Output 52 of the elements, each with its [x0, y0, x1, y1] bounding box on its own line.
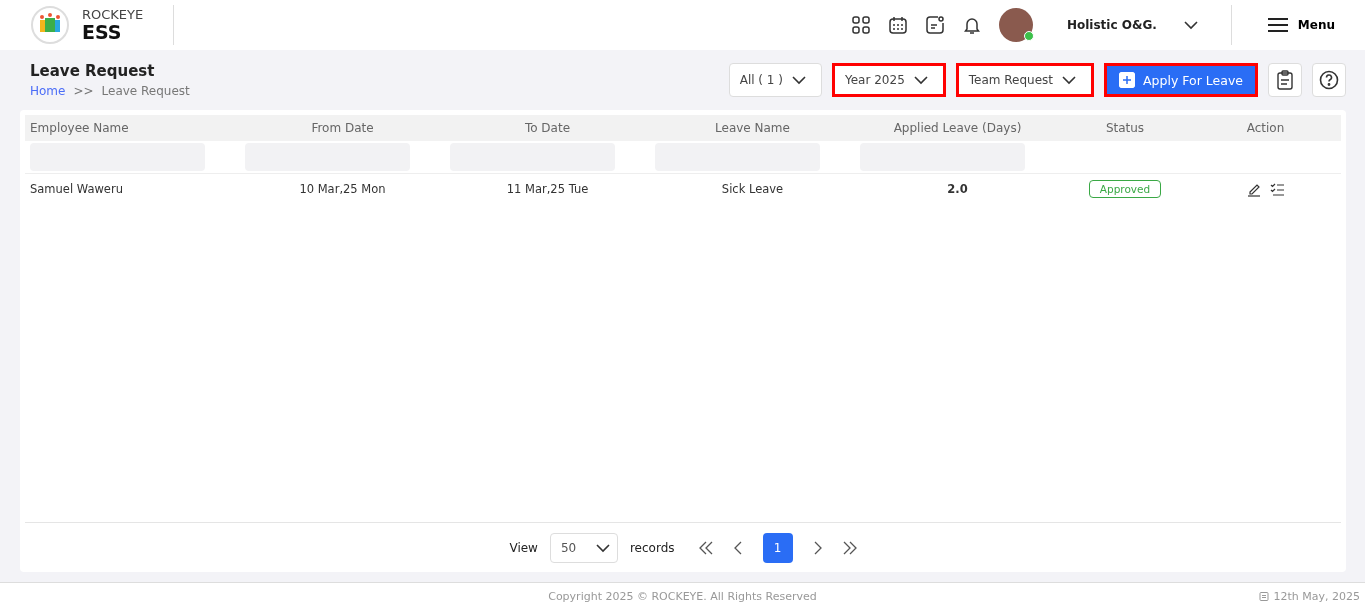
calendar-icon[interactable] — [887, 15, 908, 35]
breadcrumb-separator: >> — [73, 84, 94, 98]
calendar-icon — [1259, 591, 1270, 601]
checklist-icon[interactable] — [1269, 181, 1285, 197]
filter-dropdown[interactable]: All ( 1 ) — [728, 63, 822, 97]
chevron-down-icon — [1182, 20, 1199, 30]
company-name: Holistic O&G. — [1066, 18, 1157, 32]
menu-button[interactable]: Menu — [1230, 5, 1365, 45]
filter-dropdown[interactable]: Team Request — [955, 63, 1095, 97]
page-button[interactable]: 1 — [762, 532, 793, 563]
plus-icon — [1119, 72, 1136, 88]
column-header: Action — [1245, 121, 1286, 135]
table-cell-text: 2.0 — [946, 182, 969, 196]
help-button[interactable] — [1312, 63, 1346, 97]
menu-icon — [1267, 18, 1288, 32]
table-cell-text: 10 Mar,25 Mon — [298, 182, 387, 196]
avatar[interactable] — [998, 8, 1033, 42]
logo-icon — [30, 5, 70, 45]
records-label: records — [629, 540, 675, 555]
view-label: View — [509, 540, 538, 555]
filter-dropdown[interactable]: Year 2025 — [832, 63, 946, 97]
apply-button[interactable]: Apply For Leave — [1104, 63, 1258, 97]
help-icon — [1319, 70, 1339, 90]
chevron-down-icon — [791, 75, 807, 85]
app-name: ESS — [82, 23, 123, 42]
column-header: Applied Leave (Days) — [892, 121, 1023, 135]
table-cell-text: Sick Leave — [720, 182, 785, 196]
column-header: Leave Name — [714, 121, 791, 135]
last-page-icon[interactable] — [842, 540, 857, 555]
copyright-text: Copyright 2025 © ROCKEYE. All Rights Reserved — [548, 589, 817, 603]
page-size-select[interactable]: 50 — [549, 532, 618, 563]
column-header: Employee Name — [29, 121, 130, 135]
bell-icon[interactable] — [961, 15, 982, 35]
chevron-down-icon — [594, 542, 611, 553]
first-page-icon[interactable] — [698, 540, 713, 555]
chevron-down-icon — [912, 75, 929, 85]
table-cell-text: Samuel Waweru — [29, 182, 124, 196]
table-cell-text: 11 Mar,25 Tue — [505, 182, 590, 196]
column-header: To Date — [523, 121, 572, 135]
breadcrumb-current: Leave Request — [101, 84, 190, 98]
column-header: Status — [1104, 121, 1146, 135]
clipboard-icon — [1276, 70, 1294, 90]
chevron-down-icon — [1061, 75, 1078, 85]
breadcrumb-link[interactable]: Home — [30, 84, 66, 98]
column-header: From Date — [310, 121, 375, 135]
brand-name: ROCKEYE — [82, 8, 144, 21]
message-icon[interactable] — [924, 15, 945, 35]
current-date: 12th May, 2025 — [1273, 589, 1360, 603]
page-title: Leave Request — [30, 62, 156, 80]
grid-icon[interactable] — [850, 15, 871, 35]
status-badge: Approved — [1088, 180, 1162, 198]
clipboard-button[interactable] — [1268, 63, 1302, 97]
